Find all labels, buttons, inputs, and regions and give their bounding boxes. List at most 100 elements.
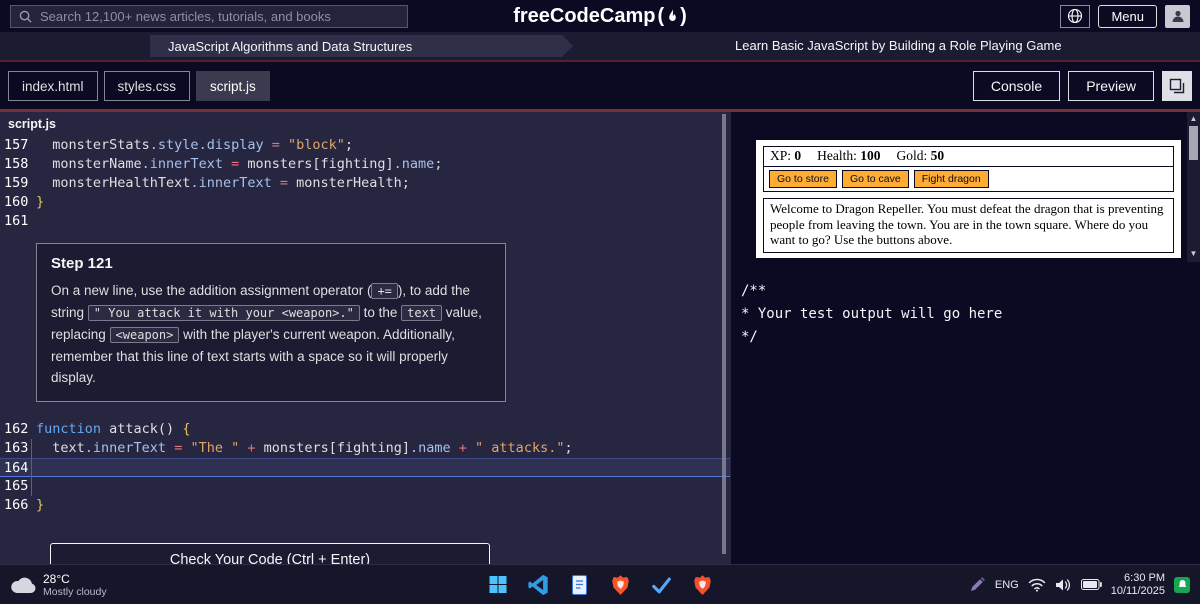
battery-tray-icon[interactable] [1080,579,1102,590]
taskbar: 28°C Mostly cloudy ENG 6:30 PM 10/11/202… [0,564,1200,604]
brave-taskbar-icon[interactable] [608,572,634,598]
language-globe-button[interactable] [1060,4,1091,28]
preview-pane: XP: 0 Health: 100 Gold: 50 Go to store G… [731,112,1200,262]
game-stats: XP: 0 Health: 100 Gold: 50 [763,146,1174,167]
check-code-button[interactable]: Check Your Code (Ctrl + Enter) [50,543,490,564]
start-button[interactable] [485,572,511,598]
main-area: script.js 157 monsterStats.style.display… [0,112,1200,564]
preview-scrollbar-thumb[interactable] [1189,126,1198,160]
line-number: 160 [4,194,29,210]
code-line-161[interactable]: 161 [0,212,730,231]
fight-dragon-button[interactable]: Fight dragon [913,170,989,188]
menu-button[interactable]: Menu [1098,4,1157,28]
logo-paren-close: ) [680,4,687,27]
bell-icon [1178,580,1186,587]
inline-code: " You attack it with your <weapon>." [87,305,360,321]
line-number: 166 [4,497,29,513]
tab-styles-css[interactable]: styles.css [103,71,191,101]
logo-paren-open: ( [657,4,665,27]
pen-tray-icon[interactable] [968,576,986,594]
freecodecamp-logo: freeCodeCamp ( ) [513,5,687,28]
tab-script-js[interactable]: script.js [196,71,270,101]
line-number: 159 [4,175,29,191]
breadcrumb-challenge-link[interactable]: Learn Basic JavaScript by Building a Rol… [735,38,1062,53]
volume-tray-icon[interactable] [1055,578,1072,592]
game-controls: Go to store Go to cave Fight dragon [763,166,1174,192]
time: 6:30 PM [1124,571,1165,584]
console-line: /** [741,283,767,299]
todo-taskbar-icon[interactable] [649,572,675,598]
preview-button[interactable]: Preview [1068,71,1154,101]
file-tab-bar: index.html styles.css script.js Console … [0,60,1200,112]
weather-temp: 28°C [43,571,70,586]
vscode-taskbar-icon[interactable] [526,572,552,598]
external-window-icon [1169,78,1185,94]
pen-icon [970,576,985,591]
language-indicator[interactable]: ENG [995,579,1019,591]
line-number: 162 [4,421,29,437]
windows-icon [489,576,506,593]
notes-taskbar-icon[interactable] [567,572,593,598]
gold-stat: Gold: 50 [896,148,945,163]
clock[interactable]: 6:30 PM 10/11/2025 [1111,572,1165,598]
scroll-up-arrow-icon[interactable]: ▲ [1187,112,1200,125]
step-body: On a new line, use the addition assignme… [51,283,482,385]
code-line-163[interactable]: 163 text.innerText = "The " + monsters[f… [0,439,730,458]
wifi-icon [1028,578,1045,592]
line-number: 158 [4,156,29,172]
flame-icon [669,8,676,21]
breadcrumb: JavaScript Algorithms and Data Structure… [0,32,1200,60]
code-line-158[interactable]: 158 monsterName.innerText = monsters[fig… [0,155,730,174]
tab-index-html[interactable]: index.html [8,71,98,101]
go-to-store-button[interactable]: Go to store [769,170,837,188]
line-number: 161 [4,213,29,229]
indent-guide [31,439,32,496]
health-stat: Health: 100 [817,148,881,163]
code-line-166[interactable]: 166} [0,496,730,515]
editor-scrollbar[interactable] [722,114,726,554]
vscode-icon [528,574,548,595]
code-block-bottom: 162 function attack() {163 text.innerText… [0,420,730,515]
code-line-159[interactable]: 159 monsterHealthText.innerText = monste… [0,174,730,193]
console-line: * Your test output will go here [741,306,1003,322]
inline-code: += [371,283,398,299]
code-line-160[interactable]: 160} [0,193,730,212]
go-to-cave-button[interactable]: Go to cave [841,170,909,188]
xp-stat: XP: 0 [770,148,802,163]
notification-badge[interactable] [1174,576,1190,593]
preview-window-button[interactable] [1162,71,1192,101]
line-number: 157 [4,137,29,153]
search-box[interactable] [10,4,408,28]
right-panel: XP: 0 Health: 100 Gold: 50 Go to store G… [730,112,1200,564]
top-navigation-bar: freeCodeCamp ( ) Menu [0,0,1200,32]
editor-filename: script.js [8,117,56,131]
game-preview: XP: 0 Health: 100 Gold: 50 Go to store G… [756,140,1181,258]
cloud-icon [11,577,36,593]
logo-text: freeCodeCamp [513,4,656,27]
weather-desc: Mostly cloudy [43,585,107,598]
globe-icon [1068,8,1083,24]
test-console-output: /** * Your test output will go here */ [731,262,1200,564]
battery-icon [1080,579,1102,590]
wifi-tray-icon[interactable] [1028,578,1046,592]
code-line-165[interactable]: 165 [0,477,730,496]
console-button[interactable]: Console [972,71,1061,101]
inline-code: <weapon> [109,327,180,343]
brave-profile-taskbar-icon[interactable] [690,572,716,598]
code-line-162[interactable]: 162 function attack() { [0,420,730,439]
game-text: Welcome to Dragon Repeller. You must def… [763,198,1174,253]
weather-widget[interactable]: 28°C Mostly cloudy [10,572,107,598]
inline-code: text [401,305,443,321]
step-instructions: Step 121 On a new line, use the addition… [36,243,506,402]
search-input[interactable] [40,8,399,24]
code-block-top: 157 monsterStats.style.display = "block"… [0,136,730,231]
step-title: Step 121 [51,255,113,272]
scroll-down-arrow-icon[interactable]: ▼ [1187,247,1200,260]
brave-icon [612,574,629,595]
console-line: */ [741,329,758,345]
code-line-164[interactable]: 164 [0,458,730,477]
breadcrumb-course-link[interactable]: JavaScript Algorithms and Data Structure… [150,35,573,57]
preview-scrollbar[interactable]: ▲ ▼ [1187,112,1200,262]
avatar[interactable] [1165,4,1190,28]
code-line-157[interactable]: 157 monsterStats.style.display = "block"… [0,136,730,155]
